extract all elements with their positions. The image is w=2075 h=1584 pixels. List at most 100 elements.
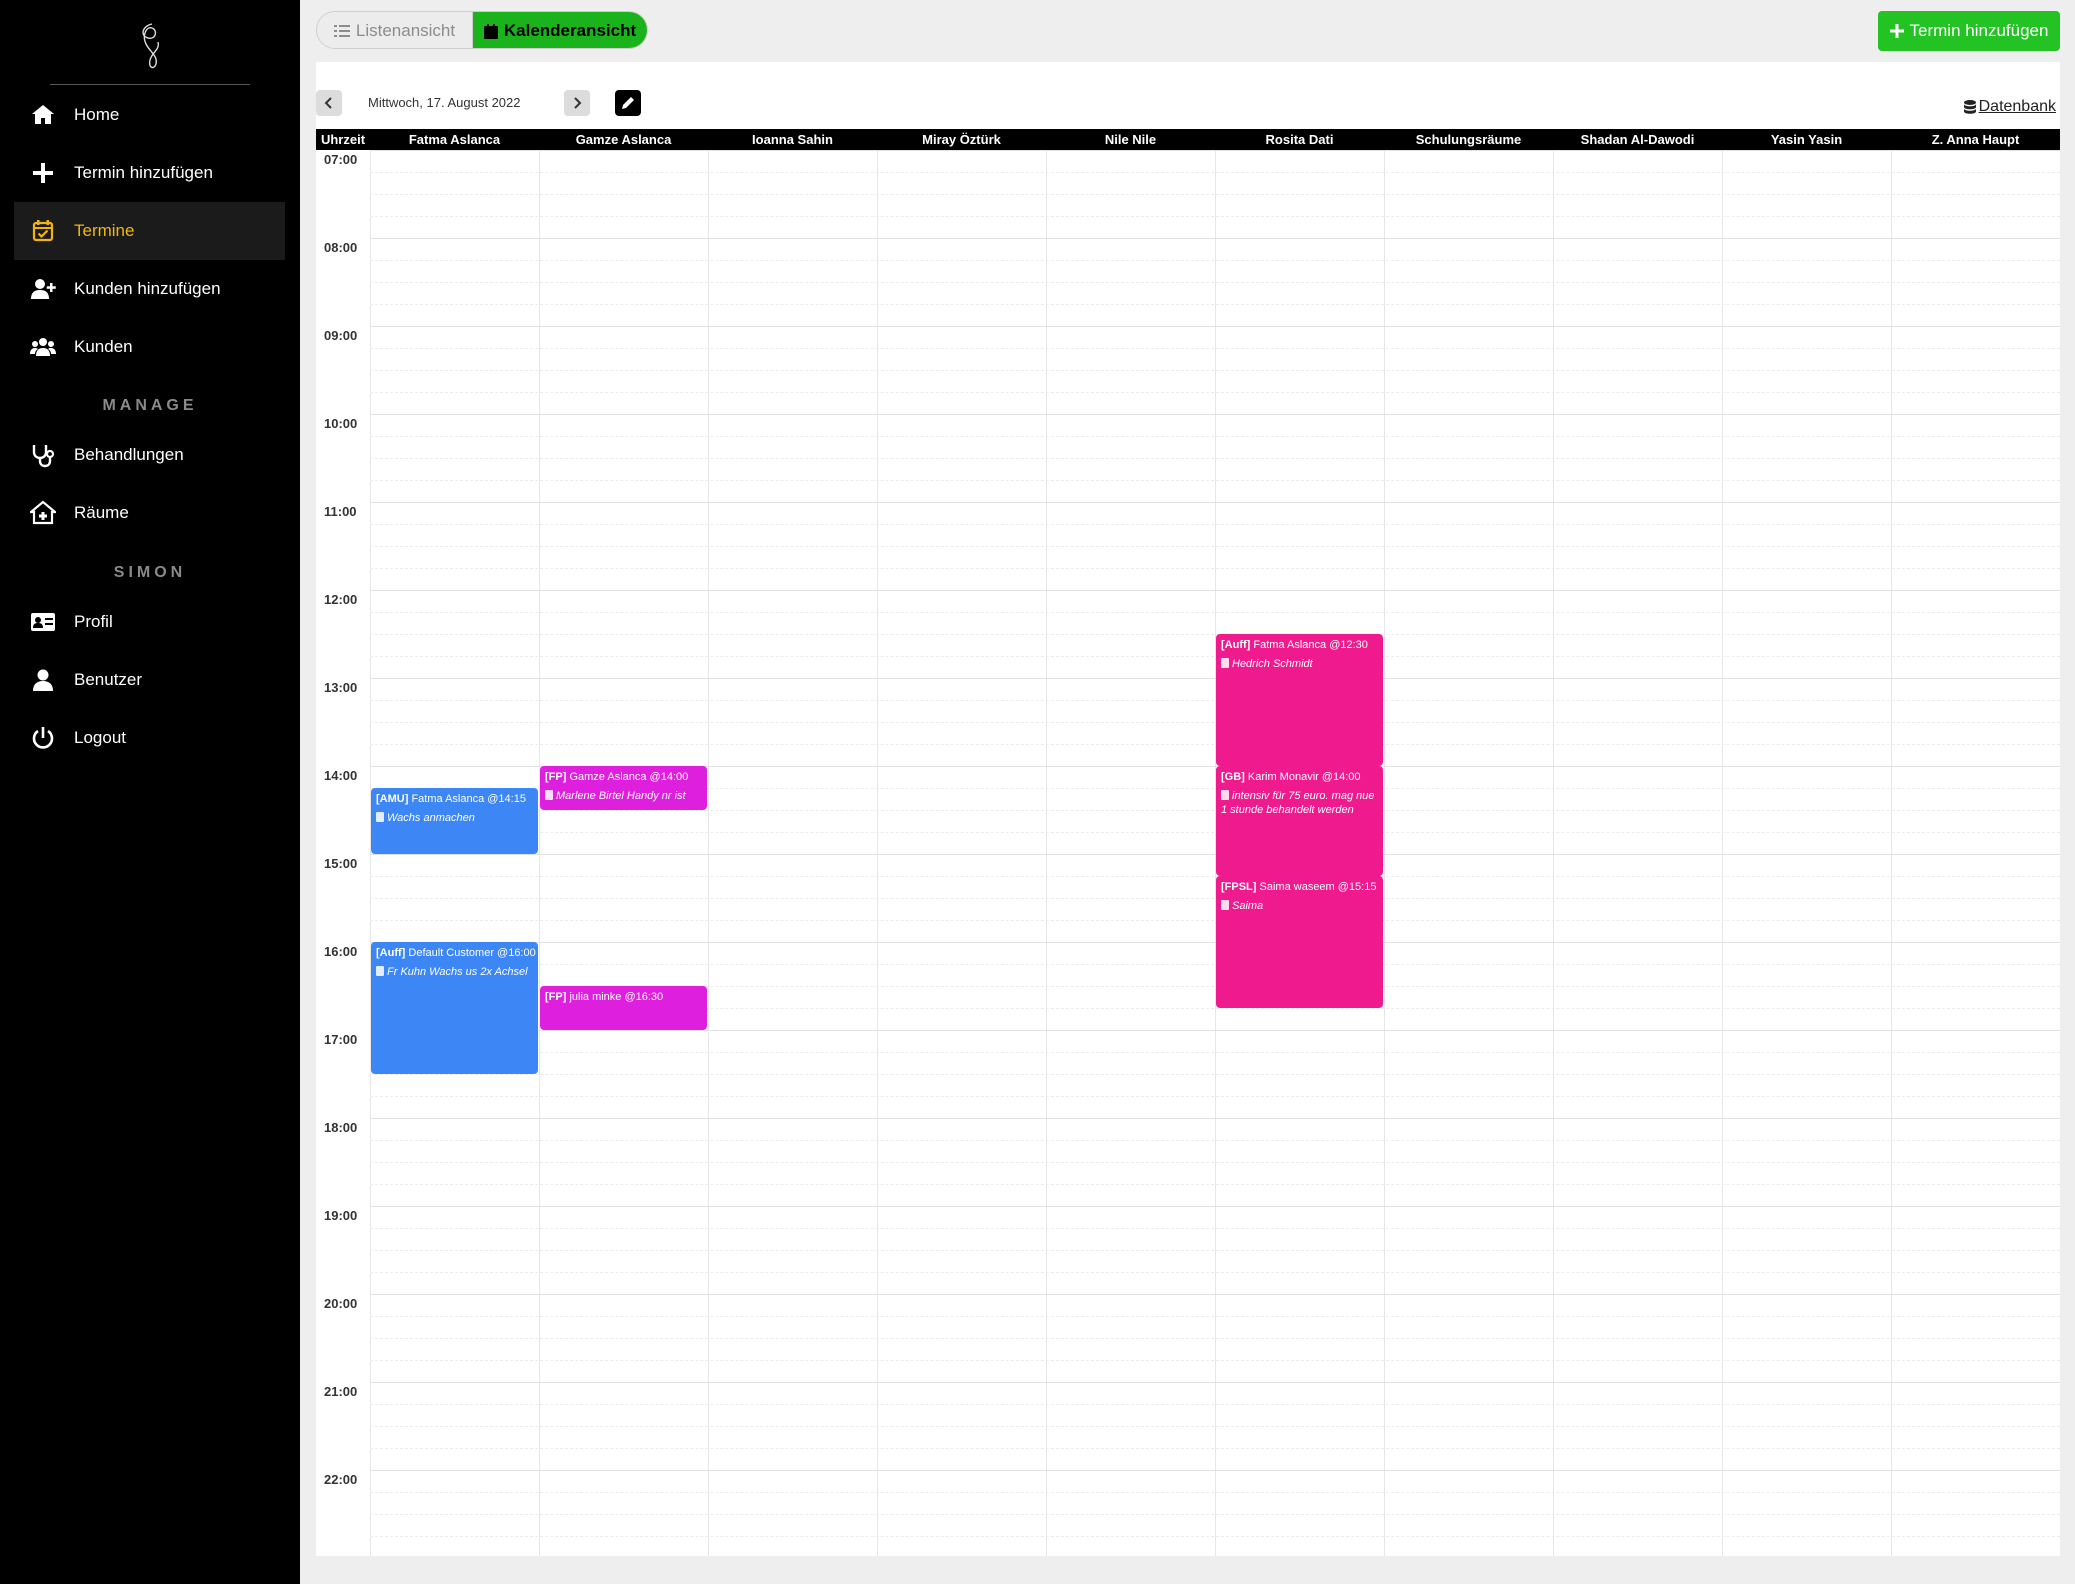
appointment[interactable]: [FPSL] Saima waseem @15:15 Saima	[1216, 876, 1383, 1008]
calendar-header-row: Uhrzeit Fatma Aslanca Gamze Aslanca Ioanna…	[316, 129, 2060, 150]
quarter-gridline	[370, 634, 2060, 635]
calendar-check-icon	[30, 218, 56, 244]
appointment-title: [FPSL] Saima waseem @15:15	[1221, 881, 1378, 893]
nav-customers[interactable]: Kunden	[14, 318, 285, 376]
appointment[interactable]: [GB] Karim Monavir @14:00 intensiv für 75…	[1216, 766, 1383, 876]
quarter-gridline	[370, 1404, 2060, 1405]
chevron-left-icon	[324, 97, 332, 109]
quarter-gridline	[370, 1492, 2060, 1493]
nav-add-customer[interactable]: Kunden hinzufügen	[14, 260, 285, 318]
view-toggle: Listenansicht Kalenderansicht	[316, 11, 648, 49]
appointment-note-text: Saima	[1232, 900, 1264, 912]
quarter-gridline	[370, 216, 2060, 217]
appointment-note-text: Marlene Birtel Handy nr ist	[556, 790, 686, 802]
appointment-note: Marlene Birtel Handy nr ist	[545, 789, 702, 803]
quarter-gridline	[370, 524, 2060, 525]
previous-day-button[interactable]	[316, 90, 342, 116]
quarter-gridline	[370, 898, 2060, 899]
pencil-icon	[622, 97, 634, 109]
add-appointment-button[interactable]: Termin hinzufügen	[1878, 11, 2060, 51]
quarter-gridline	[370, 920, 2060, 921]
appointment-tag: [Auff]	[1221, 639, 1251, 651]
hour-label: 22:00	[324, 1472, 358, 1487]
quarter-gridline	[370, 612, 2060, 613]
appointment-note-text: Wachs anmachen	[387, 812, 475, 824]
quarter-gridline	[370, 1162, 2060, 1163]
quarter-gridline	[370, 282, 2060, 283]
quarter-gridline	[370, 546, 2060, 547]
plus-icon	[1889, 24, 1904, 38]
brand-logo	[142, 23, 160, 69]
nav-home[interactable]: Home	[14, 86, 285, 144]
user-plus-icon	[30, 276, 56, 302]
hour-label: 08:00	[324, 240, 358, 255]
list-view-button[interactable]: Listenansicht	[317, 12, 473, 48]
quarter-gridline	[370, 392, 2060, 393]
house-medical-icon	[30, 500, 56, 526]
appointment[interactable]: [FP] julia minke @16:30	[540, 986, 707, 1030]
hour-gridline	[370, 238, 2060, 239]
database-link[interactable]: Datenbank	[1963, 98, 2056, 116]
nav-profile[interactable]: Profil	[14, 593, 285, 651]
edit-button[interactable]	[615, 90, 641, 116]
quarter-gridline	[370, 172, 2060, 173]
column-header: Rosita Dati	[1265, 132, 1334, 147]
column-header: Gamze Aslanca	[575, 132, 672, 147]
appointment-title: [FP] Gamze Aslanca @14:00	[545, 771, 702, 783]
hour-gridline	[370, 1118, 2060, 1119]
appointment-tag: [FP]	[545, 991, 567, 1003]
file-icon	[1221, 900, 1229, 910]
nav-appointments[interactable]: Termine	[14, 202, 285, 260]
appointment-title-text: Gamze Aslanca @14:00	[569, 771, 689, 783]
nav-add-appointment[interactable]: Termin hinzufügen	[14, 144, 285, 202]
hour-gridline	[370, 1206, 2060, 1207]
appointment[interactable]: [AMU] Fatma Aslanca @14:15 Wachs anmachen	[371, 788, 538, 854]
appointment-title: [GB] Karim Monavir @14:00	[1221, 771, 1378, 783]
hour-gridline	[370, 678, 2060, 679]
next-day-button[interactable]	[564, 90, 590, 116]
appointment-note: intensiv für 75 euro. mag nue 1 stunde b…	[1221, 789, 1378, 817]
nav-profile-label: Profil	[74, 612, 113, 631]
nav-users[interactable]: Benutzer	[14, 651, 285, 709]
file-icon	[1221, 658, 1229, 668]
hour-label: 21:00	[324, 1384, 358, 1399]
column-header: Miray Öztürk	[922, 132, 1001, 147]
appointment-title-text: Saima waseem @15:15	[1259, 881, 1377, 893]
appointment-title: [Auff] Default Customer @16:00	[376, 947, 536, 959]
logo-divider	[50, 84, 250, 85]
appointment[interactable]: [FP] Gamze Aslanca @14:00 Marlene Birtel …	[540, 766, 707, 810]
quarter-gridline	[370, 1184, 2060, 1185]
calendar-view-button[interactable]: Kalenderansicht	[473, 12, 647, 48]
appointment-title: [AMU] Fatma Aslanca @14:15	[376, 793, 533, 805]
hour-gridline	[370, 1382, 2060, 1383]
chevron-right-icon	[574, 97, 582, 109]
nav-add-appointment-label: Termin hinzufügen	[74, 163, 213, 182]
quarter-gridline	[370, 1074, 2060, 1075]
column-header: Nile Nile	[1104, 132, 1157, 147]
hour-label: 11:00	[324, 504, 357, 519]
user-icon	[30, 667, 56, 693]
appointment[interactable]: [Auff] Default Customer @16:00 Fr Kuhn Wa…	[371, 942, 538, 1074]
nav-home-label: Home	[74, 105, 120, 124]
hour-gridline	[370, 502, 2060, 503]
hour-gridline	[370, 1470, 2060, 1471]
nav-treatments-label: Behandlungen	[74, 445, 184, 464]
nav-treatments[interactable]: Behandlungen	[14, 426, 285, 484]
hour-label: 12:00	[324, 592, 358, 607]
nav-rooms[interactable]: Räume	[14, 484, 285, 542]
appointment-title-text: Karim Monavir @14:00	[1247, 771, 1361, 783]
file-icon	[376, 812, 384, 822]
hour-label: 14:00	[324, 768, 358, 783]
column-divider	[539, 150, 540, 1556]
database-label: Datenbank	[1978, 98, 2056, 115]
appointment-title-text: Fatma Aslanca @14:15	[411, 793, 526, 805]
column-divider	[1722, 150, 1723, 1556]
quarter-gridline	[370, 722, 2060, 723]
quarter-gridline	[370, 1338, 2060, 1339]
quarter-gridline	[370, 1272, 2060, 1273]
database-icon	[1963, 100, 1976, 114]
manage-heading: MANAGE	[102, 397, 198, 414]
column-header: Fatma Aslanca	[408, 132, 501, 147]
nav-logout[interactable]: Logout	[14, 709, 285, 767]
appointment[interactable]: [Auff] Fatma Aslanca @12:30 Hedrich Schmi…	[1216, 634, 1383, 766]
